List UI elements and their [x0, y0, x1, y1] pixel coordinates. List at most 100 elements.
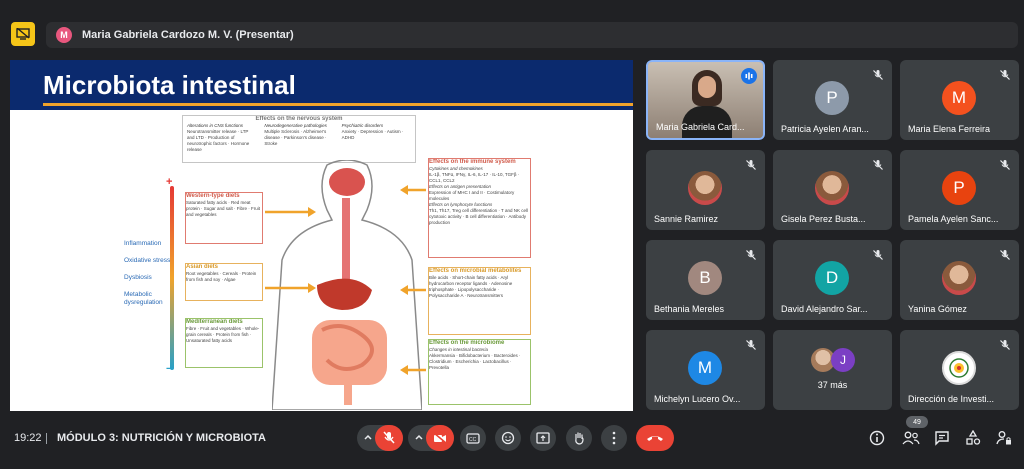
mediterranean-items: Fibre · Fruit and vegetables · Whole-gra… — [186, 326, 260, 343]
mic-off-icon — [872, 158, 884, 170]
chat-button[interactable] — [933, 429, 951, 447]
meet-window: M Maria Gabriela Cardozo M. V. (Presenta… — [0, 0, 1024, 469]
microbiome-box: Effects on the microbiome Changes in int… — [428, 339, 531, 405]
mic-off-icon — [872, 68, 884, 80]
participant-tile[interactable]: D David Alejandro Sar... — [773, 240, 892, 320]
svg-text:CC: CC — [469, 437, 477, 443]
present-icon — [536, 432, 550, 444]
avatar: P — [942, 171, 976, 205]
avatar: M — [942, 81, 976, 115]
nervous-col1-items: Neurotransmitter release · LTP and LTD ·… — [187, 129, 250, 152]
presenter-face — [698, 76, 716, 98]
leave-call-button[interactable] — [636, 425, 674, 451]
mic-off-icon — [383, 431, 395, 444]
effect-labels: Inflammation Oxidative stress Dysbiosis … — [124, 240, 182, 316]
present-screen-button[interactable] — [530, 425, 556, 451]
western-diet-box: Western-type diets Saturated fatty acids… — [185, 192, 263, 244]
screen-share-off-icon — [16, 28, 30, 40]
lock-person-icon — [996, 431, 1011, 445]
mic-toggle-button[interactable] — [375, 425, 403, 451]
participant-tile[interactable]: J 37 más — [773, 330, 892, 410]
more-options-button[interactable] — [601, 425, 627, 451]
participant-name: Patricia Ayelen Aran... — [781, 124, 869, 134]
mic-off-icon — [745, 248, 757, 260]
participant-tile[interactable]: Gisela Perez Busta... — [773, 150, 892, 230]
microbial-title: Effects on microbial metabolites — [429, 268, 522, 274]
immune-items3: Th1, Th17, Treg cell differentiation · T… — [429, 208, 528, 225]
participant-tile[interactable]: Yanina Gómez — [900, 240, 1019, 320]
meeting-title: MÓDULO 3: NUTRICIÓN Y MICROBIOTA — [57, 432, 266, 444]
immune-items1: IL-1β, TNFα, IFNγ, IL-6, IL-17 · IL-10, … — [429, 172, 520, 183]
participant-name: Michelyn Lucero Ov... — [654, 394, 741, 404]
participant-name: Yanina Gómez — [908, 304, 967, 314]
avatar — [688, 171, 722, 205]
microbial-items: Bile acids · Short-chain fatty acids · A… — [429, 275, 513, 298]
avatar: M — [688, 351, 722, 385]
logo-icon — [949, 358, 969, 378]
participant-tile[interactable]: Maria Gabriela Card... — [646, 60, 765, 140]
effect-arrows — [400, 185, 426, 375]
chevron-up-icon — [364, 434, 372, 440]
reactions-button[interactable] — [495, 425, 521, 451]
info-icon — [869, 430, 885, 446]
camera-options-button[interactable] — [414, 433, 424, 443]
shared-slide: Microbiota intestinal Effects on the ner… — [10, 60, 633, 411]
participant-tile[interactable]: Sannie Ramirez — [646, 150, 765, 230]
mic-off-icon — [999, 338, 1011, 350]
host-controls-button[interactable] — [995, 429, 1013, 447]
presenter-avatar: M — [56, 27, 72, 43]
immune-title: Effects on the immune system — [429, 159, 516, 165]
mediterranean-title: Mediterranean diets — [186, 319, 243, 325]
mediterranean-diet-box: Mediterranean diets Fibre · Fruit and ve… — [185, 318, 263, 368]
avatar: P — [815, 81, 849, 115]
microbiome-items: Akkermansia · Bifidobacterium · Bacteroi… — [429, 353, 521, 370]
slide-title: Microbiota intestinal — [43, 70, 296, 100]
hand-icon — [575, 432, 584, 445]
asian-title: Asian diets — [186, 264, 219, 270]
avatar — [815, 171, 849, 205]
participant-tile[interactable]: P Pamela Ayelen Sanc... — [900, 150, 1019, 230]
chat-icon — [935, 431, 949, 446]
stop-presenting-button[interactable] — [11, 22, 35, 46]
participant-name: David Alejandro Sar... — [781, 304, 868, 314]
hang-up-icon — [647, 436, 663, 441]
label-dysbiosis: Dysbiosis — [124, 274, 152, 281]
avatar: B — [688, 261, 722, 295]
people-button[interactable] — [902, 429, 920, 447]
participant-name: Dirección de Investi... — [908, 394, 995, 404]
raise-hand-button[interactable] — [566, 425, 592, 451]
asian-diet-box: Asian diets Root vegetables · Cereals · … — [185, 263, 263, 301]
meeting-info-button[interactable] — [868, 429, 886, 447]
label-metabolic: Metabolic dysregulation — [124, 291, 163, 306]
participant-tile[interactable]: M Maria Elena Ferreira — [900, 60, 1019, 140]
participant-name: Maria Gabriela Card... — [656, 122, 745, 132]
mic-options-button[interactable] — [363, 433, 373, 443]
immune-system-box: Effects on the immune system Cytokines a… — [428, 158, 531, 258]
activities-button[interactable] — [964, 429, 982, 447]
mic-control-group — [357, 425, 403, 451]
avatar: D — [815, 261, 849, 295]
captions-button[interactable]: CC — [460, 425, 486, 451]
participant-tile[interactable]: Dirección de Investi... — [900, 330, 1019, 410]
more-participants-label: 37 más — [817, 380, 848, 390]
participant-tile[interactable]: P Patricia Ayelen Aran... — [773, 60, 892, 140]
captions-icon: CC — [466, 432, 480, 444]
mic-off-icon — [745, 338, 757, 350]
nervous-system-box: Effects on the nervous system Alteration… — [182, 115, 416, 163]
mic-off-icon — [999, 68, 1011, 80]
participant-tile[interactable]: B Bethania Mereles — [646, 240, 765, 320]
western-title: Western-type diets — [186, 193, 240, 199]
shapes-icon — [966, 430, 981, 445]
avatar — [942, 261, 976, 295]
presenter-bar: M Maria Gabriela Cardozo M. V. (Presenta… — [46, 22, 1018, 48]
mic-off-icon — [999, 248, 1011, 260]
participant-name: Sannie Ramirez — [654, 214, 719, 224]
audio-bars-icon — [745, 72, 753, 80]
participant-tile[interactable]: M Michelyn Lucero Ov... — [646, 330, 765, 410]
participant-count-badge: 49 — [906, 416, 928, 428]
mic-off-icon — [999, 158, 1011, 170]
label-oxidative-stress: Oxidative stress — [124, 257, 171, 264]
immune-items2: Expression of MHC I and II · Costimulato… — [429, 190, 515, 201]
nervous-title: Effects on the nervous system — [255, 116, 343, 122]
camera-toggle-button[interactable] — [426, 425, 454, 451]
